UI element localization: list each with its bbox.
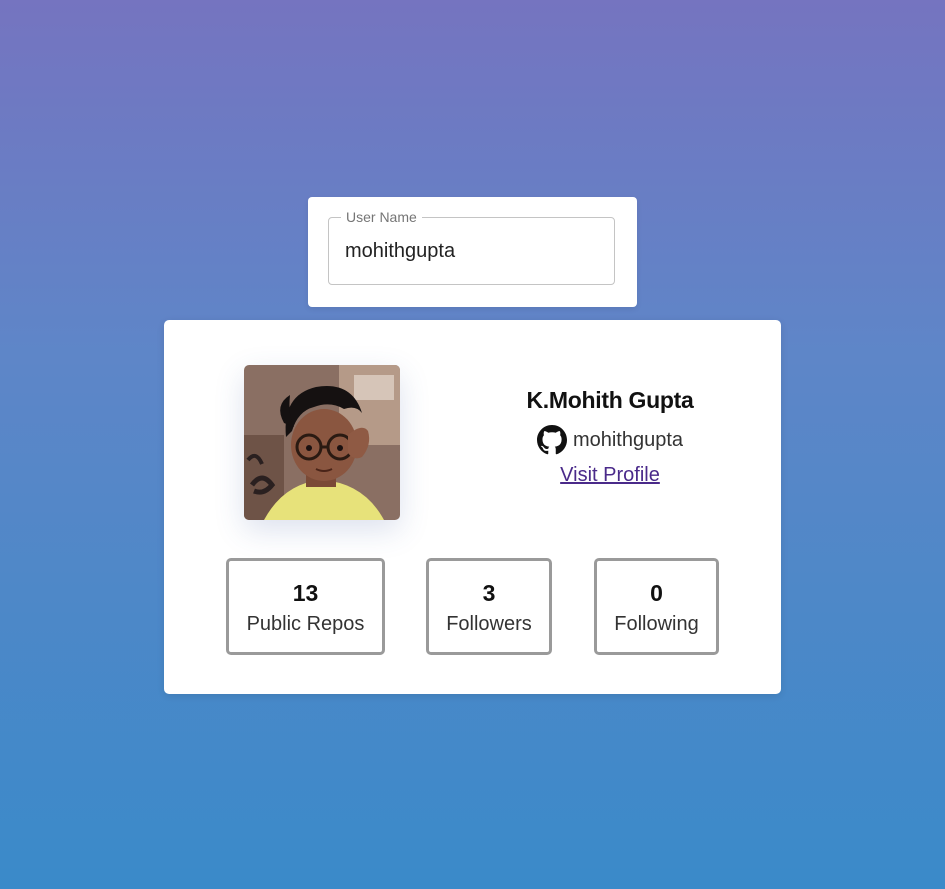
user-avatar-icon bbox=[244, 365, 400, 520]
stat-label: Public Repos bbox=[246, 613, 365, 635]
stat-following: 0 Following bbox=[594, 558, 719, 655]
handle-row: mohithgupta bbox=[460, 424, 760, 456]
stat-value: 3 bbox=[482, 580, 496, 606]
github-icon bbox=[536, 425, 567, 455]
avatar bbox=[244, 365, 400, 520]
github-username: mohithgupta bbox=[572, 428, 684, 451]
stat-label: Following bbox=[614, 613, 699, 635]
visit-profile-link[interactable]: Visit Profile bbox=[560, 464, 660, 487]
profile-card: K.Mohith Gupta mohithgupta Visit Profile… bbox=[164, 320, 781, 694]
stat-label: Followers bbox=[446, 613, 532, 635]
full-name: K.Mohith Gupta bbox=[526, 387, 694, 413]
stat-value: 13 bbox=[292, 580, 319, 606]
stat-public-repos: 13 Public Repos bbox=[226, 558, 385, 655]
username-input[interactable] bbox=[345, 240, 595, 263]
username-field-label: User Name bbox=[341, 208, 422, 226]
search-card: User Name bbox=[308, 197, 637, 307]
stat-value: 0 bbox=[650, 580, 663, 606]
profile-info: K.Mohith Gupta mohithgupta Visit Profile bbox=[460, 382, 760, 487]
username-field[interactable]: User Name bbox=[328, 208, 615, 285]
stat-followers: 3 Followers bbox=[426, 558, 552, 655]
